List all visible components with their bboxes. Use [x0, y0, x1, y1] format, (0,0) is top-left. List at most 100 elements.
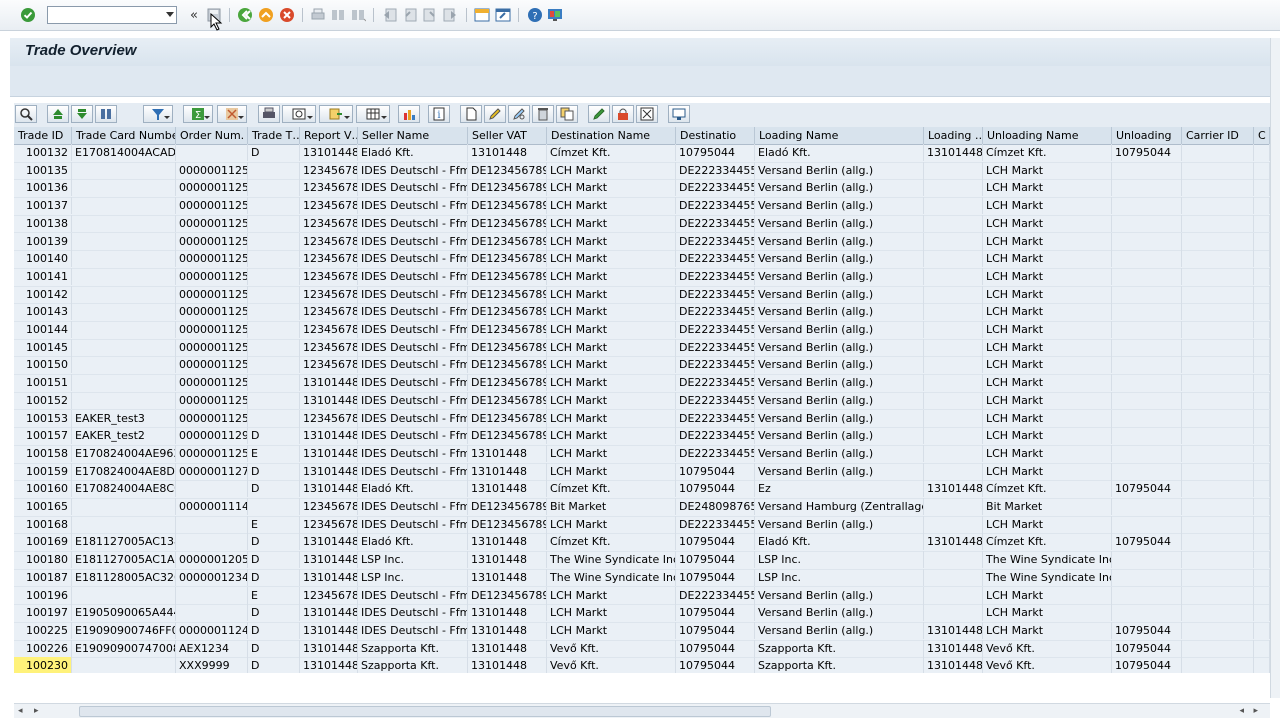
cell-extra[interactable] [1254, 303, 1270, 321]
cell-unloading-name[interactable]: LCH Markt [983, 303, 1112, 321]
cell-destination-vat[interactable]: DE222334455 [676, 321, 755, 338]
cell-order-num[interactable]: 0000001124 [176, 621, 248, 639]
cell-carrier-id[interactable] [1182, 232, 1254, 250]
cell-order-num[interactable]: 0000001125 [176, 197, 248, 215]
cell-extra[interactable] [1254, 498, 1270, 515]
cell-loading-name[interactable]: Versand Berlin (allg.) [755, 621, 924, 639]
command-field[interactable] [47, 6, 177, 24]
cell-trade-id[interactable]: 100169 [14, 533, 72, 551]
cell-report-vat[interactable]: 12345678 [300, 250, 358, 268]
cell-seller-name[interactable]: IDES Deutschl - Ffm [358, 586, 468, 604]
cell-order-num[interactable]: 0000001125 [176, 303, 248, 321]
cell-trade-card-number[interactable] [72, 374, 176, 392]
cell-seller-vat[interactable]: DE123456789 [468, 356, 547, 374]
cell-seller-name[interactable]: IDES Deutschl - Ffm [358, 285, 468, 303]
table-row[interactable]: 100137 0000001125 12345678 IDES Deutschl - … [14, 197, 1270, 216]
column-header-trade-id[interactable]: Trade ID [14, 127, 72, 144]
cell-unloading-name[interactable]: LCH Markt [983, 374, 1112, 392]
cell-seller-vat[interactable]: DE123456789 [468, 391, 547, 409]
cell-destination-name[interactable]: The Wine Syndicate Inc. [547, 551, 676, 569]
cell-order-num[interactable]: 0000001125 [176, 250, 248, 268]
cell-loading-name[interactable]: Versand Berlin (allg.) [755, 391, 924, 409]
table-row[interactable]: 100140 0000001125 12345678 IDES Deutschl - … [14, 250, 1270, 269]
cell-loading-name[interactable]: Versand Berlin (allg.) [755, 409, 924, 427]
cell-extra[interactable] [1254, 391, 1270, 409]
cell-loading-name[interactable]: Versand Berlin (allg.) [755, 161, 924, 179]
cell-carrier-id[interactable] [1182, 250, 1254, 268]
cell-trade-type[interactable]: D [248, 568, 300, 586]
cell-unloading-vat[interactable]: 10795044 [1112, 621, 1182, 639]
cell-unloading-vat[interactable] [1112, 250, 1182, 268]
cell-unloading-name[interactable]: Címzet Kft. [983, 533, 1112, 551]
column-header-seller-name[interactable]: Seller Name [358, 127, 468, 144]
prev-page-icon[interactable] [402, 7, 418, 23]
cell-destination-vat[interactable]: 10795044 [676, 657, 755, 673]
cell-carrier-id[interactable] [1182, 285, 1254, 303]
cell-loading-name[interactable]: Ez [755, 480, 924, 498]
cell-report-vat[interactable]: 12345678 [300, 197, 358, 215]
cell-unloading-name[interactable]: The Wine Syndicate Inc. [983, 551, 1112, 569]
cell-unloading-name[interactable]: LCH Markt [983, 232, 1112, 250]
cell-report-vat[interactable]: 12345678 [300, 285, 358, 303]
cell-seller-name[interactable]: Eladó Kft. [358, 144, 468, 161]
cell-report-vat[interactable]: 13101448 [300, 391, 358, 409]
cell-unloading-vat[interactable] [1112, 586, 1182, 604]
cell-loading-name[interactable]: Eladó Kft. [755, 533, 924, 551]
cell-loading-vat[interactable] [924, 161, 983, 179]
cell-order-num[interactable] [176, 480, 248, 498]
cell-trade-id[interactable]: 100140 [14, 250, 72, 268]
new-session-icon[interactable] [474, 7, 490, 23]
cell-loading-name[interactable]: Versand Berlin (allg.) [755, 356, 924, 374]
cell-report-vat[interactable]: 13101448 [300, 144, 358, 161]
layout-icon[interactable] [547, 7, 563, 23]
cell-seller-name[interactable]: IDES Deutschl - Ffm [358, 621, 468, 639]
table-row[interactable]: 100153 EAKER_test3 0000001125 12345678 IDES … [14, 409, 1270, 429]
cell-extra[interactable] [1254, 285, 1270, 303]
chevron-down-icon[interactable] [166, 12, 174, 17]
first-page-icon[interactable] [382, 7, 398, 23]
cell-trade-card-number[interactable]: E170824004AE963 [72, 444, 176, 462]
cell-loading-name[interactable]: Versand Berlin (allg.) [755, 321, 924, 338]
cell-loading-vat[interactable] [924, 427, 983, 445]
cell-loading-name[interactable]: Szapporta Kft. [755, 639, 924, 657]
cell-extra[interactable] [1254, 232, 1270, 250]
column-header-carrier-id[interactable]: Carrier ID [1182, 127, 1254, 144]
cell-destination-name[interactable]: LCH Markt [547, 444, 676, 462]
cell-unloading-name[interactable]: LCH Markt [983, 285, 1112, 303]
cell-unloading-vat[interactable] [1112, 285, 1182, 303]
cell-loading-name[interactable]: Versand Berlin (allg.) [755, 303, 924, 321]
monitor-icon[interactable] [668, 105, 690, 123]
cell-loading-name[interactable]: Eladó Kft. [755, 144, 924, 161]
cell-destination-vat[interactable]: DE222334455 [676, 427, 755, 445]
cell-extra[interactable] [1254, 427, 1270, 445]
cell-destination-vat[interactable]: DE222334455 [676, 267, 755, 285]
cell-trade-card-number[interactable]: E181127005AC138 [72, 533, 176, 551]
cell-trade-id[interactable]: 100141 [14, 267, 72, 285]
cell-trade-type[interactable] [248, 498, 300, 515]
horizontal-scrollbar[interactable]: ◂ ▸ ◂ ▸ [14, 703, 1270, 718]
cell-seller-vat[interactable]: DE123456789 [468, 232, 547, 250]
cell-unloading-vat[interactable] [1112, 604, 1182, 622]
cell-trade-type[interactable]: D [248, 427, 300, 445]
cell-seller-name[interactable]: IDES Deutschl - Ffm [358, 214, 468, 232]
cell-loading-vat[interactable] [924, 285, 983, 303]
cell-trade-id[interactable]: 100187 [14, 568, 72, 586]
cell-report-vat[interactable]: 12345678 [300, 267, 358, 285]
cell-trade-type[interactable]: D [248, 657, 300, 673]
cell-trade-type[interactable]: D [248, 639, 300, 657]
cell-destination-vat[interactable]: 10795044 [676, 462, 755, 480]
cell-trade-type[interactable]: E [248, 586, 300, 604]
cell-trade-card-number[interactable] [72, 338, 176, 356]
exit-icon[interactable] [258, 7, 274, 23]
cell-report-vat[interactable]: 13101448 [300, 604, 358, 622]
cell-seller-name[interactable]: IDES Deutschl - Ffm [358, 427, 468, 445]
cell-trade-id[interactable]: 100144 [14, 321, 72, 338]
next-page-icon[interactable] [422, 7, 438, 23]
cell-loading-vat[interactable] [924, 232, 983, 250]
cell-seller-name[interactable]: IDES Deutschl - Ffm [358, 338, 468, 356]
cell-carrier-id[interactable] [1182, 551, 1254, 569]
cell-trade-card-number[interactable]: EAKER_test3 [72, 409, 176, 427]
table-row[interactable]: 100196 E 12345678 IDES Deutschl - Ffm DE1234… [14, 586, 1270, 606]
cell-loading-vat[interactable] [924, 409, 983, 427]
cell-unloading-name[interactable]: LCH Markt [983, 515, 1112, 533]
